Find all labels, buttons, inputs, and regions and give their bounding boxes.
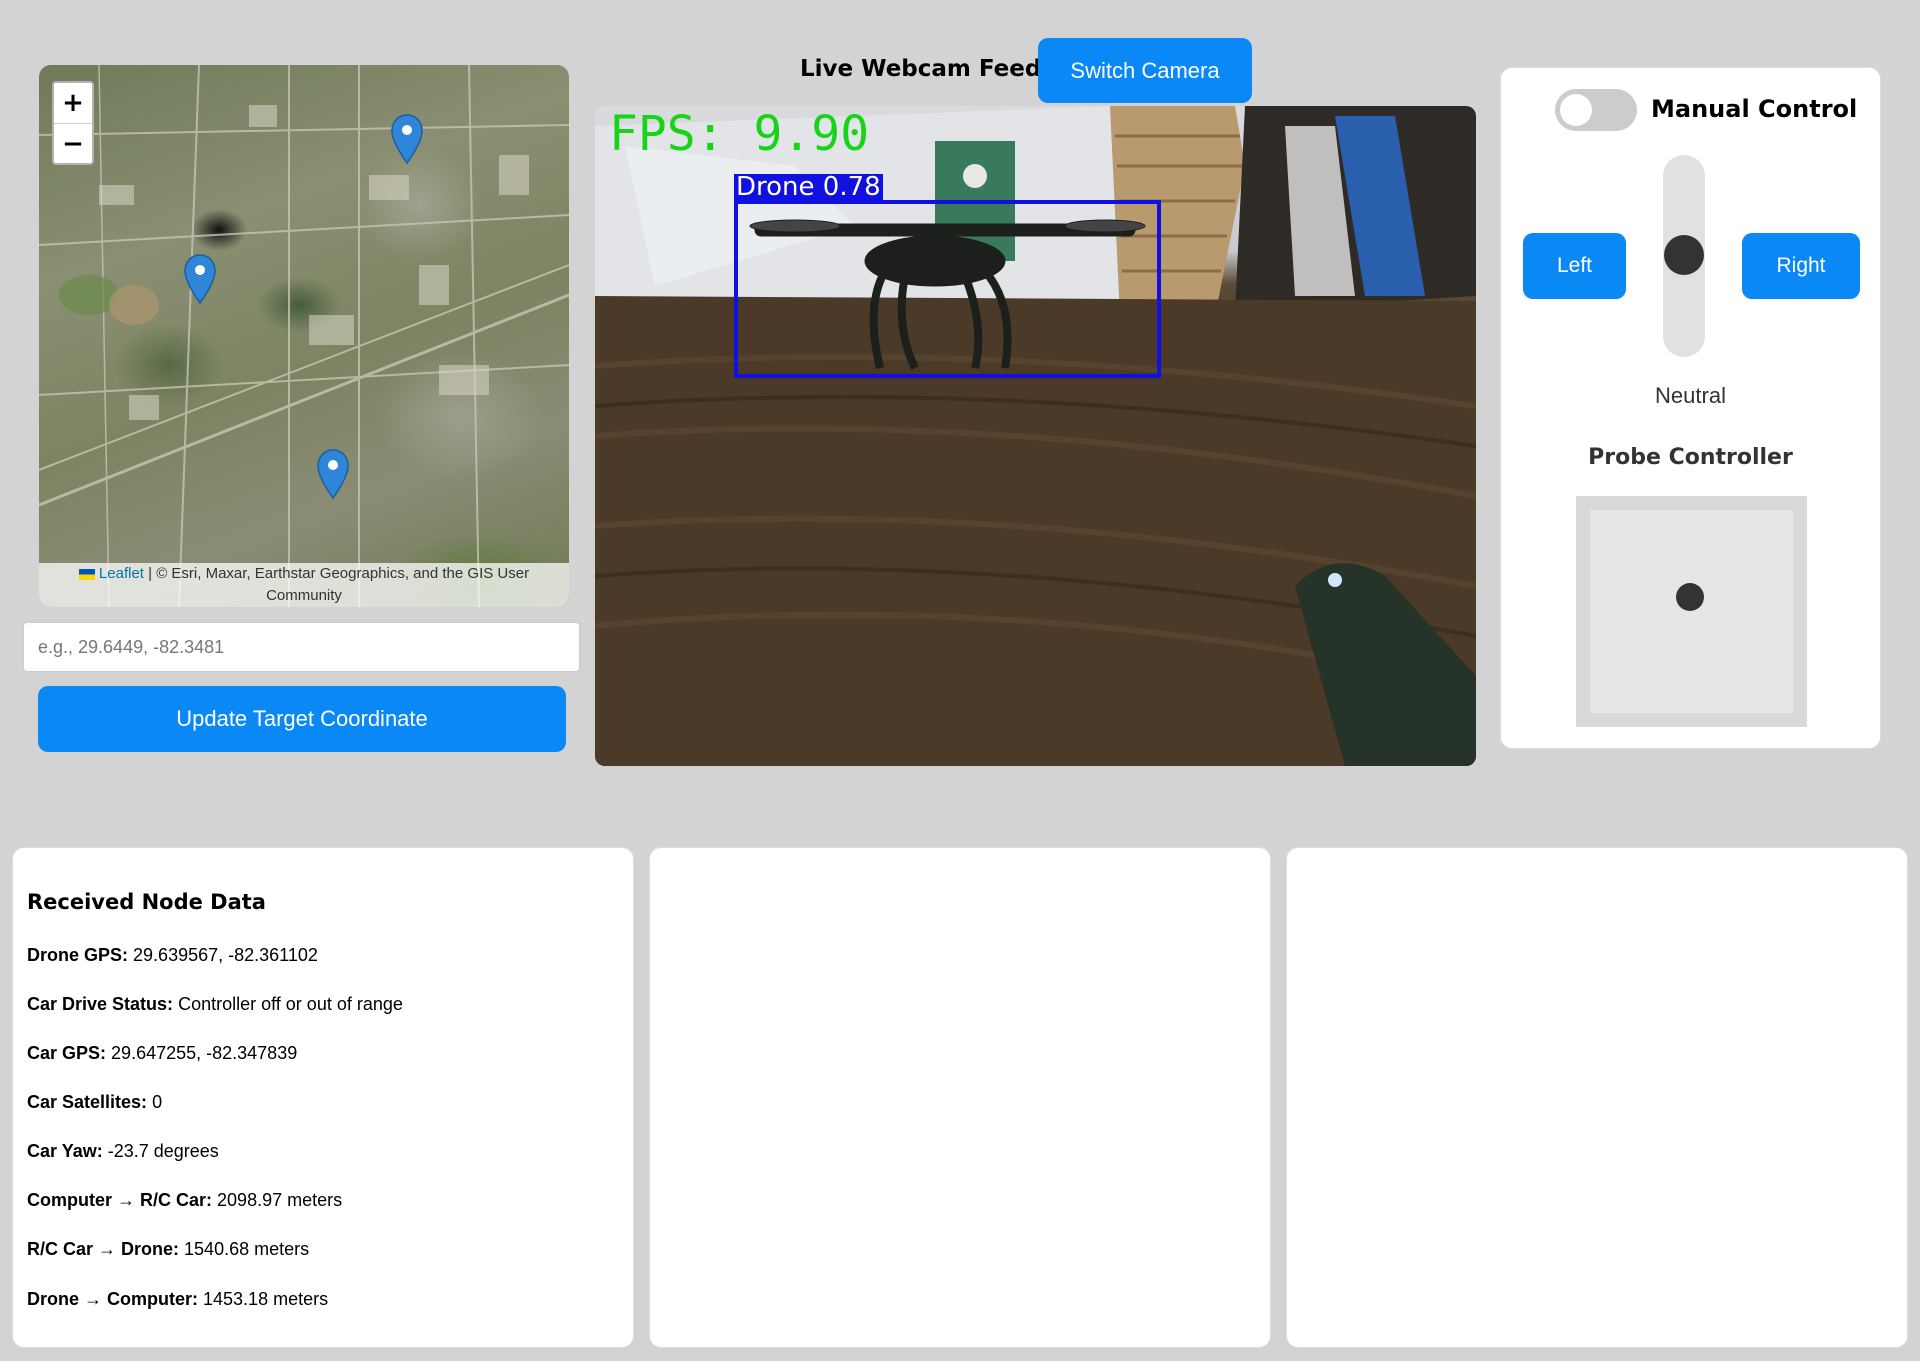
webcam-feed: FPS: 9.90 Drone 0.78 <box>595 106 1476 766</box>
row-value: 1540.68 meters <box>184 1239 310 1259</box>
row-value: Controller off or out of range <box>178 994 403 1014</box>
map-imagery <box>39 65 569 607</box>
row-value: 29.647255, -82.347839 <box>111 1043 298 1063</box>
empty-card <box>649 847 1271 1348</box>
empty-card <box>1286 847 1908 1348</box>
manual-control-toggle[interactable] <box>1555 89 1637 131</box>
steer-right-button[interactable]: Right <box>1742 233 1860 299</box>
node-data-row: Computer → R/C Car: 2098.97 meters <box>27 1190 342 1211</box>
webcam-title: Live Webcam Feed <box>800 56 1042 82</box>
target-coordinate-input[interactable] <box>23 622 580 672</box>
row-value: 2098.97 meters <box>217 1190 343 1210</box>
row-label: Drone GPS: <box>27 945 129 965</box>
node-data-card: Received Node Data Drone GPS: 29.639567,… <box>12 847 634 1348</box>
detection-bounding-box <box>734 200 1161 378</box>
row-label: R/C Car → Drone: <box>27 1239 180 1259</box>
map-marker-pin-icon[interactable] <box>390 113 424 165</box>
row-value: 0 <box>152 1092 163 1112</box>
throttle-slider[interactable] <box>1663 155 1705 357</box>
node-data-row: Car Satellites: 0 <box>27 1092 162 1113</box>
row-value: 29.639567, -82.361102 <box>133 945 318 965</box>
row-label: Computer → R/C Car: <box>27 1190 213 1210</box>
probe-joystick-area[interactable] <box>1590 510 1793 713</box>
node-data-row: Car Yaw: -23.7 degrees <box>27 1141 219 1162</box>
row-value: 1453.18 meters <box>203 1289 329 1309</box>
throttle-state-label: Neutral <box>1655 383 1726 408</box>
node-data-row: Drone GPS: 29.639567, -82.361102 <box>27 945 318 966</box>
manual-control-label: Manual Control <box>1651 95 1858 123</box>
switch-camera-button[interactable]: Switch Camera <box>1038 38 1252 103</box>
node-data-row: Car GPS: 29.647255, -82.347839 <box>27 1043 297 1064</box>
row-label: Car Yaw: <box>27 1141 103 1161</box>
probe-joystick-handle[interactable] <box>1676 583 1704 611</box>
ukraine-flag-icon <box>78 568 95 580</box>
steer-left-button[interactable]: Left <box>1523 233 1626 299</box>
node-data-row: Drone → Computer: 1453.18 meters <box>27 1289 328 1310</box>
map-marker-pin-icon[interactable] <box>183 253 217 305</box>
row-label: Drone → Computer: <box>27 1289 198 1309</box>
node-data-row: Car Drive Status: Controller off or out … <box>27 994 403 1015</box>
update-target-button[interactable]: Update Target Coordinate <box>38 686 566 752</box>
row-value: -23.7 degrees <box>107 1141 219 1161</box>
attribution-text: | © Esri, Maxar, Earthstar Geographics, … <box>148 565 530 604</box>
probe-joystick-pad[interactable] <box>1576 496 1807 727</box>
map-marker-pin-icon[interactable] <box>316 448 350 500</box>
fps-overlay: FPS: 9.90 <box>609 106 870 162</box>
zoom-out-button[interactable]: − <box>54 123 92 163</box>
map-attribution: Leaflet | © Esri, Maxar, Earthstar Geogr… <box>39 563 569 607</box>
row-label: Car GPS: <box>27 1043 107 1063</box>
row-label: Car Satellites: <box>27 1092 148 1112</box>
zoom-control: + − <box>52 81 94 165</box>
throttle-slider-knob[interactable] <box>1664 235 1704 275</box>
leaflet-link[interactable]: Leaflet <box>99 565 144 582</box>
node-data-title: Received Node Data <box>27 890 266 914</box>
node-data-row: R/C Car → Drone: 1540.68 meters <box>27 1239 309 1260</box>
detection-label: Drone 0.78 <box>734 172 883 202</box>
probe-controller-title: Probe Controller <box>1588 445 1793 470</box>
row-label: Car Drive Status: <box>27 994 174 1014</box>
zoom-in-button[interactable]: + <box>54 83 92 123</box>
toggle-knob <box>1560 94 1592 126</box>
satellite-map[interactable]: + − Leaflet | © Esri, Maxar, Earthstar G… <box>39 65 569 607</box>
control-panel: Manual Control Left Right Neutral Probe … <box>1500 67 1881 749</box>
